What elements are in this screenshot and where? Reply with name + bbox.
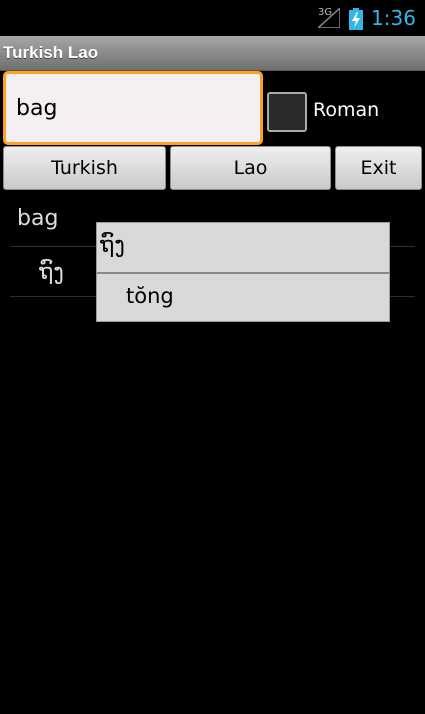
list-item[interactable]: ຖົງ: [39, 260, 64, 285]
lao-button[interactable]: Lao: [170, 146, 331, 190]
roman-checkbox-label: Roman: [313, 99, 380, 121]
status-bar: 3G 1:36: [0, 0, 425, 36]
list-item[interactable]: bag: [17, 206, 58, 231]
app-title-bar: Turkish Lao: [0, 36, 425, 71]
exit-button[interactable]: Exit: [335, 146, 422, 190]
battery-charging-icon: [349, 8, 363, 30]
app-title: Turkish Lao: [3, 43, 99, 62]
roman-checkbox[interactable]: [267, 92, 307, 132]
popup-lao-text: ຖົງ: [100, 233, 125, 258]
turkish-button[interactable]: Turkish: [3, 146, 166, 190]
popup-romanized-text: tŏng: [126, 284, 174, 308]
translation-popup: ຖົງ tŏng: [96, 222, 390, 322]
clock: 1:36: [371, 6, 416, 30]
network-type-label: 3G: [318, 7, 333, 18]
search-input[interactable]: [3, 71, 263, 145]
popup-lao-row[interactable]: ຖົງ: [97, 223, 389, 274]
